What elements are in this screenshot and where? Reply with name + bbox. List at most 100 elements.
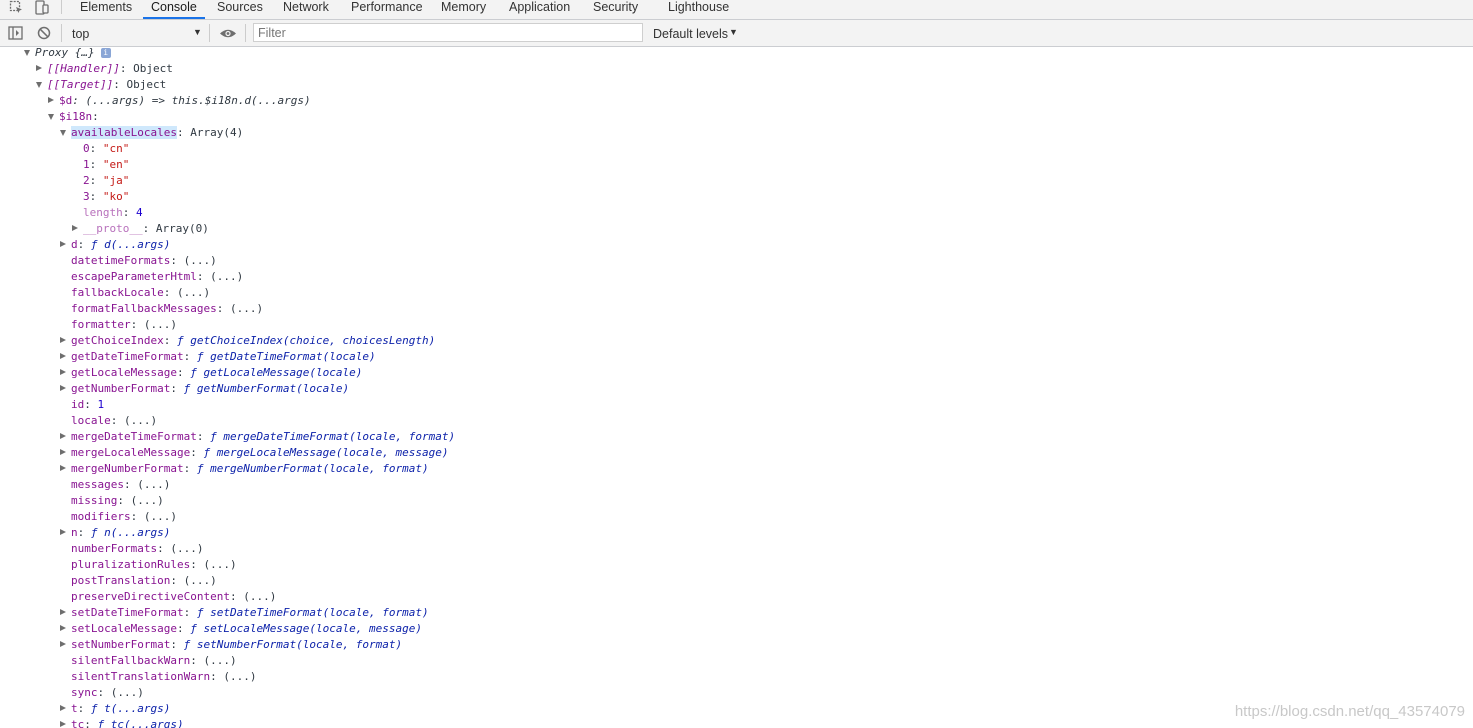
property-key: getChoiceIndex xyxy=(71,334,164,347)
device-toolbar-icon[interactable] xyxy=(34,0,49,15)
collapsed-triangle-icon[interactable] xyxy=(60,241,66,247)
tree-row[interactable]: n: ƒ n(...args) xyxy=(60,525,171,541)
collapsed-triangle-icon[interactable] xyxy=(60,433,66,439)
toolbar-separator xyxy=(209,24,210,42)
property-value: : (...) xyxy=(123,478,171,491)
tree-row[interactable]: tc: ƒ tc(...args) xyxy=(60,717,184,728)
collapsed-triangle-icon[interactable] xyxy=(60,529,66,535)
collapsed-triangle-icon[interactable] xyxy=(60,449,66,455)
property-value: ƒ n(...args) xyxy=(90,526,171,539)
tab-memory[interactable]: Memory xyxy=(441,0,486,19)
property-key: formatFallbackMessages xyxy=(71,302,217,315)
clear-console-icon[interactable] xyxy=(37,26,51,40)
property-value: ƒ setDateTimeFormat(locale, format) xyxy=(196,606,429,619)
property-key: availableLocales xyxy=(71,126,177,139)
property-value: : xyxy=(77,238,91,251)
property-value: ƒ getNumberFormat(locale) xyxy=(183,382,350,395)
tree-row: silentFallbackWarn: (...) xyxy=(71,653,237,669)
log-levels-label: Default levels xyxy=(653,27,729,41)
tree-row: numberFormats: (...) xyxy=(71,541,203,557)
expanded-triangle-icon[interactable] xyxy=(60,130,66,136)
property-value: : xyxy=(89,142,103,155)
tab-network[interactable]: Network xyxy=(283,0,329,19)
property-value: ƒ mergeDateTimeFormat(locale, format) xyxy=(210,430,456,443)
tab-performance[interactable]: Performance xyxy=(351,0,423,19)
tree-row[interactable]: availableLocales: Array(4) xyxy=(60,125,243,141)
collapsed-triangle-icon[interactable] xyxy=(72,225,78,231)
tab-console[interactable]: Console xyxy=(143,0,205,19)
tree-row[interactable]: setLocaleMessage: ƒ setLocaleMessage(loc… xyxy=(60,621,423,637)
expanded-triangle-icon[interactable] xyxy=(36,82,42,88)
property-key: locale xyxy=(71,414,111,427)
collapsed-triangle-icon[interactable] xyxy=(60,353,66,359)
property-key: mergeDateTimeFormat xyxy=(71,430,197,443)
tab-application[interactable]: Application xyxy=(509,0,570,19)
property-value: 1 xyxy=(97,398,105,411)
eye-icon[interactable] xyxy=(219,28,237,39)
collapsed-triangle-icon[interactable] xyxy=(60,465,66,471)
tree-row[interactable]: getDateTimeFormat: ƒ getDateTimeFormat(l… xyxy=(60,349,376,365)
collapsed-triangle-icon[interactable] xyxy=(60,337,66,343)
tree-row[interactable]: mergeNumberFormat: ƒ mergeNumberFormat(l… xyxy=(60,461,429,477)
tree-row: messages: (...) xyxy=(71,477,170,493)
property-value: : (...args) => this.$i18n.d(...args) xyxy=(72,94,311,107)
collapsed-triangle-icon[interactable] xyxy=(60,385,66,391)
sidebar-toggle-icon[interactable] xyxy=(8,26,23,40)
collapsed-triangle-icon[interactable] xyxy=(60,705,66,711)
tree-row[interactable]: [[Target]]: Object xyxy=(36,77,166,93)
tree-row: 2: "ja" xyxy=(83,173,129,189)
property-value: : xyxy=(183,350,197,363)
tree-row[interactable]: [[Handler]]: Object xyxy=(36,61,173,77)
tree-row[interactable]: getNumberFormat: ƒ getNumberFormat(local… xyxy=(60,381,350,397)
devtools-tab-bar: Elements Console Sources Network Performance… xyxy=(0,0,1473,20)
property-key: escapeParameterHtml xyxy=(71,270,197,283)
collapsed-triangle-icon[interactable] xyxy=(60,641,66,647)
property-value: : xyxy=(170,638,184,651)
property-value: : (...) xyxy=(163,286,211,299)
property-value: ƒ t(...args) xyxy=(90,702,171,715)
tree-row[interactable]: mergeLocaleMessage: ƒ mergeLocaleMessage… xyxy=(60,445,449,461)
expanded-triangle-icon[interactable] xyxy=(48,114,54,120)
property-key: messages xyxy=(71,478,124,491)
tree-row[interactable]: d: ƒ d(...args) xyxy=(60,237,170,253)
property-value: : xyxy=(170,382,184,395)
tree-row[interactable]: getLocaleMessage: ƒ getLocaleMessage(loc… xyxy=(60,365,362,381)
property-value: ƒ setLocaleMessage(locale, message) xyxy=(190,622,423,635)
console-toolbar: top ▼ Default levels ▼ xyxy=(0,20,1473,47)
tree-row[interactable]: mergeDateTimeFormat: ƒ mergeDateTimeForm… xyxy=(60,429,456,445)
collapsed-triangle-icon[interactable] xyxy=(60,609,66,615)
property-key: [[Handler]] xyxy=(47,62,120,75)
tree-row[interactable]: t: ƒ t(...args) xyxy=(60,701,171,717)
tree-row[interactable]: $d: (...args) => this.$i18n.d(...args) xyxy=(48,93,311,109)
info-icon[interactable]: i xyxy=(100,48,111,58)
tree-row[interactable]: __proto__: Array(0) xyxy=(72,221,209,237)
tab-sources[interactable]: Sources xyxy=(217,0,263,19)
tree-row[interactable]: getChoiceIndex: ƒ getChoiceIndex(choice,… xyxy=(60,333,435,349)
tree-row[interactable]: $i18n: xyxy=(48,109,99,125)
tree-row: id: 1 xyxy=(71,397,104,413)
property-value: : xyxy=(77,702,91,715)
property-value: : (...) xyxy=(170,254,217,267)
inspect-element-icon[interactable] xyxy=(9,0,24,15)
collapsed-triangle-icon[interactable] xyxy=(60,721,66,727)
collapsed-triangle-icon[interactable] xyxy=(48,97,54,103)
property-value: : xyxy=(190,446,204,459)
property-value: : Object xyxy=(119,62,173,75)
filter-input[interactable] xyxy=(253,23,643,42)
property-value: "ja" xyxy=(102,174,130,187)
collapsed-triangle-icon[interactable] xyxy=(60,625,66,631)
tab-elements[interactable]: Elements xyxy=(80,0,132,19)
tab-lighthouse[interactable]: Lighthouse xyxy=(668,0,729,19)
property-key: modifiers xyxy=(71,510,131,523)
collapsed-triangle-icon[interactable] xyxy=(60,369,66,375)
tree-row[interactable]: setDateTimeFormat: ƒ setDateTimeFormat(l… xyxy=(60,605,429,621)
property-key: postTranslation xyxy=(71,574,171,587)
expanded-triangle-icon[interactable] xyxy=(24,50,30,56)
collapsed-triangle-icon[interactable] xyxy=(36,65,42,71)
tab-security[interactable]: Security xyxy=(593,0,638,19)
property-key: sync xyxy=(71,686,98,699)
tree-row[interactable]: setNumberFormat: ƒ setNumberFormat(local… xyxy=(60,637,402,653)
chevron-down-icon: ▼ xyxy=(193,27,202,37)
tree-row[interactable]: Proxy {…} i xyxy=(24,46,111,61)
property-key: 1 xyxy=(83,158,90,171)
